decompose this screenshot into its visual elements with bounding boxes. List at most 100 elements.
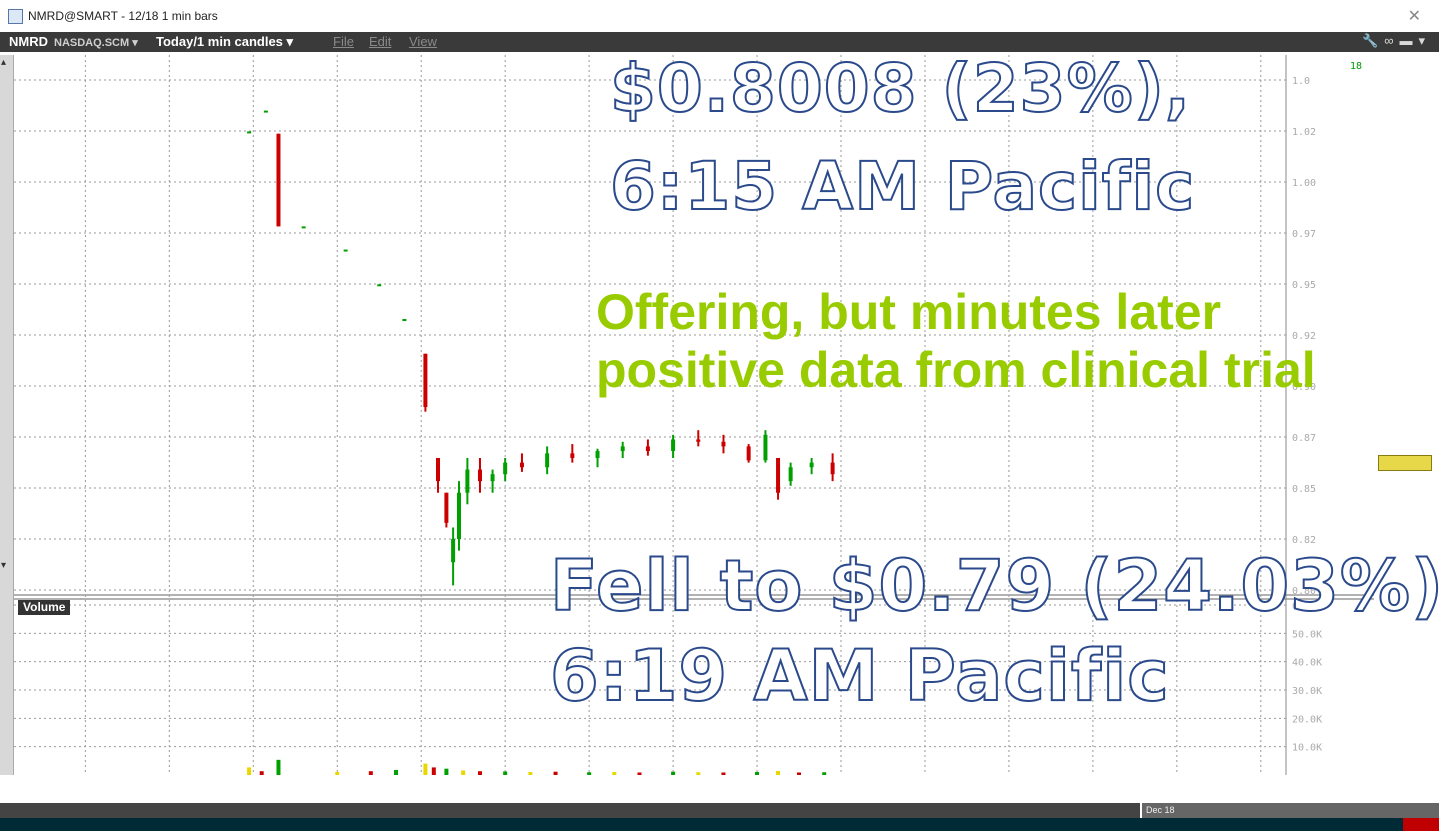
- annotation-bottom-line2: 6:19 AM Pacific: [549, 634, 1170, 718]
- candle-body: [645, 446, 650, 452]
- window-titlebar: NMRD@SMART - 12/18 1 min bars ✕: [0, 0, 1439, 33]
- annotation-top-line1: $0.8008 (23%),: [609, 49, 1191, 128]
- volume-bar: [612, 771, 617, 775]
- time-scrollbar[interactable]: [0, 803, 1140, 818]
- price-label: 1.0: [1292, 76, 1310, 87]
- candle-body: [402, 319, 407, 322]
- candle-body: [776, 457, 781, 493]
- close-icon[interactable]: ✕: [1408, 6, 1421, 26]
- volume-label: 30.0K: [1292, 686, 1322, 697]
- candle-body: [436, 457, 440, 482]
- settings-icon[interactable]: ▬: [1399, 33, 1418, 48]
- candle-body: [830, 462, 835, 475]
- price-label: 0.97: [1292, 229, 1316, 240]
- price-label: 0.85: [1292, 484, 1316, 495]
- candle-body: [301, 226, 306, 229]
- candle-body: [721, 441, 726, 447]
- candle-body: [696, 439, 701, 442]
- price-label: 1.00: [1292, 178, 1316, 189]
- volume-bar: [721, 772, 726, 775]
- volume-bar: [423, 763, 428, 775]
- candle-body: [444, 492, 449, 523]
- volume-bar: [503, 771, 508, 775]
- candle-body: [247, 131, 252, 134]
- left-scroll-strip[interactable]: ▴ ▾: [0, 55, 14, 775]
- volume-bar: [528, 771, 533, 775]
- volume-bar: [461, 770, 466, 775]
- window-title: NMRD@SMART - 12/18 1 min bars: [28, 9, 218, 23]
- volume-bar: [394, 769, 399, 775]
- candle-body: [263, 110, 268, 113]
- volume-bar: [247, 767, 252, 775]
- volume-bar: [587, 772, 592, 775]
- menu-file[interactable]: File: [333, 34, 354, 49]
- candle-body: [377, 284, 382, 287]
- candle-body: [456, 492, 461, 540]
- symbol-label[interactable]: NMRD: [9, 34, 48, 49]
- candle-body: [343, 249, 348, 252]
- volume-panel-label: Volume: [18, 600, 71, 615]
- candle-body: [276, 133, 281, 227]
- candle-body: [763, 434, 768, 461]
- exchange-label: NASDAQ.SCM: [54, 37, 130, 49]
- date-bar: Dec 18: [1142, 803, 1439, 818]
- candle-body: [451, 539, 456, 563]
- annotation-mid-line1: Offering, but minutes later: [596, 284, 1222, 340]
- volume-bar: [553, 771, 558, 775]
- candle-body: [570, 453, 575, 458]
- candle-body: [490, 474, 495, 482]
- volume-bar: [444, 768, 449, 775]
- exchange-dropdown[interactable]: NASDAQ.SCM ▾: [54, 36, 138, 49]
- candle-body: [620, 446, 625, 452]
- chart-toolbar: NMRD NASDAQ.SCM ▾ Today/1 min candles ▾ …: [0, 32, 1439, 52]
- annotation-bottom-line1: Fell to $0.79 (24.03%): [549, 544, 1439, 628]
- candle-body: [503, 462, 508, 475]
- current-price-tag: [1378, 455, 1432, 471]
- volume-bar: [696, 772, 701, 775]
- candle-body: [465, 469, 470, 493]
- volume-bar: [671, 771, 676, 775]
- candle-body: [746, 446, 751, 461]
- volume-bar: [431, 767, 436, 775]
- period-label: Today/1 min candles: [156, 34, 283, 49]
- bottom-strip: [0, 818, 1439, 831]
- annotation-mid-line2: positive data from clinical trial: [596, 342, 1316, 398]
- candle-body: [671, 439, 676, 452]
- price-label: 0.87: [1292, 433, 1316, 444]
- volume-label: 20.0K: [1292, 714, 1322, 725]
- candle-body: [477, 469, 482, 482]
- link-icon[interactable]: ∞: [1384, 33, 1399, 48]
- candle-body: [788, 467, 793, 482]
- volume-label: 50.0K: [1292, 629, 1322, 640]
- chevron-up-icon[interactable]: ▴: [1, 57, 6, 68]
- chevron-down-icon[interactable]: ▾: [1, 560, 6, 571]
- date-label: Dec 18: [1146, 805, 1175, 815]
- wrench-icon[interactable]: 🔧: [1362, 33, 1384, 48]
- chevron-down-icon[interactable]: ▾: [1418, 33, 1431, 48]
- volume-bar: [335, 771, 340, 775]
- volume-bar: [776, 770, 781, 775]
- volume-bar: [797, 772, 802, 775]
- volume-bar: [368, 771, 373, 775]
- volume-label: 40.0K: [1292, 658, 1322, 669]
- right-indicator: 18: [1350, 61, 1363, 72]
- toolbar-icons: 🔧∞▬▾: [1362, 33, 1431, 49]
- period-dropdown[interactable]: Today/1 min candles ▾: [156, 34, 293, 50]
- price-label: 0.95: [1292, 280, 1316, 291]
- volume-bar: [637, 772, 642, 775]
- volume-bar: [755, 771, 760, 775]
- candle-body: [423, 353, 428, 408]
- volume-bar: [259, 771, 264, 775]
- menu-view[interactable]: View: [409, 34, 437, 49]
- annotation-top-line2: 6:15 AM Pacific: [609, 147, 1196, 226]
- status-tab: [1403, 818, 1439, 831]
- candle-body: [809, 462, 814, 468]
- volume-bar: [276, 759, 281, 775]
- menu-edit[interactable]: Edit: [369, 34, 391, 49]
- candle-body: [545, 453, 550, 468]
- candle-body: [519, 462, 524, 468]
- volume-label: 10.0K: [1292, 743, 1322, 754]
- volume-bar: [822, 772, 827, 775]
- volume-bar: [477, 771, 482, 775]
- candle-body: [595, 451, 600, 458]
